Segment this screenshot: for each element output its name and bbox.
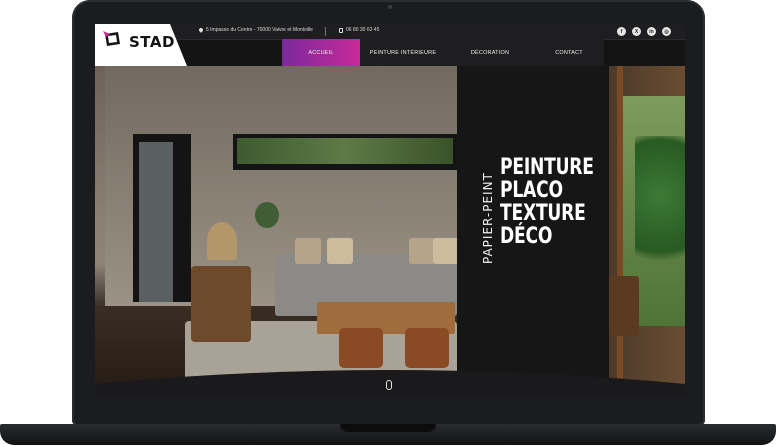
hero-line-texture: TEXTURE xyxy=(500,201,586,226)
photo-palm-plant xyxy=(635,136,685,286)
photo-cushion xyxy=(327,238,353,264)
photo-cushion xyxy=(409,238,435,264)
photo-hanging-plant xyxy=(255,202,279,228)
topbar-divider xyxy=(325,27,326,36)
address-info: 5 Impasse du Centre - 70000 Vaivre et Mo… xyxy=(198,27,313,33)
phone-info[interactable]: 06 80 30 63 45 xyxy=(339,27,379,33)
photo-window-glass xyxy=(237,138,453,164)
photo-door xyxy=(139,142,173,302)
logo-mark-icon xyxy=(103,31,120,46)
hero-bottom-wave xyxy=(95,370,685,396)
laptop-notch xyxy=(340,424,436,432)
hero-line-peinture: PEINTURE xyxy=(500,155,594,180)
veranda-photo xyxy=(609,66,685,396)
social-links: f X in ◎ xyxy=(617,27,671,36)
main-navigation: ACCUEIL PEINTURE INTÉRIEURE DÉCORATION C… xyxy=(282,39,604,66)
nav-item-decoration[interactable]: DÉCORATION xyxy=(446,39,534,66)
hero-section: PAPIER-PEINT PEINTURE PLACO TEXTURE DÉCO xyxy=(95,66,685,396)
living-room-photo xyxy=(95,66,457,396)
logo-text: STAD xyxy=(129,33,175,51)
x-icon[interactable]: X xyxy=(632,27,641,36)
phone-text: 06 80 30 63 45 xyxy=(346,27,380,33)
webcam-icon xyxy=(388,5,392,9)
photo-cushion xyxy=(433,238,457,264)
photo-veranda-frame xyxy=(617,66,623,396)
hero-line-placo: PLACO xyxy=(500,178,563,203)
linkedin-icon[interactable]: in xyxy=(647,27,656,36)
photo-pampas-vase xyxy=(207,222,237,260)
website-screen: 5 Impasse du Centre - 70000 Vaivre et Mo… xyxy=(95,24,685,396)
photo-armchair xyxy=(191,266,251,342)
location-pin-icon xyxy=(198,27,204,33)
phone-icon xyxy=(339,27,343,33)
address-text: 5 Impasse du Centre - 70000 Vaivre et Mo… xyxy=(206,27,313,33)
facebook-icon[interactable]: f xyxy=(617,27,626,36)
photo-veranda-chair xyxy=(609,276,639,336)
photo-cushion xyxy=(295,238,321,264)
nav-item-contact[interactable]: CONTACT xyxy=(534,39,604,66)
nav-item-accueil[interactable]: ACCUEIL xyxy=(282,39,360,66)
scroll-down-icon[interactable] xyxy=(386,380,392,390)
hero-line-deco: DÉCO xyxy=(500,224,553,249)
instagram-icon[interactable]: ◎ xyxy=(662,27,671,36)
hero-headline: PEINTURE PLACO TEXTURE DÉCO xyxy=(500,156,594,248)
nav-item-peinture-interieure[interactable]: PEINTURE INTÉRIEURE xyxy=(360,39,446,66)
hero-vertical-label: PAPIER-PEINT xyxy=(481,172,495,264)
top-info-bar: 5 Impasse du Centre - 70000 Vaivre et Mo… xyxy=(95,24,685,40)
